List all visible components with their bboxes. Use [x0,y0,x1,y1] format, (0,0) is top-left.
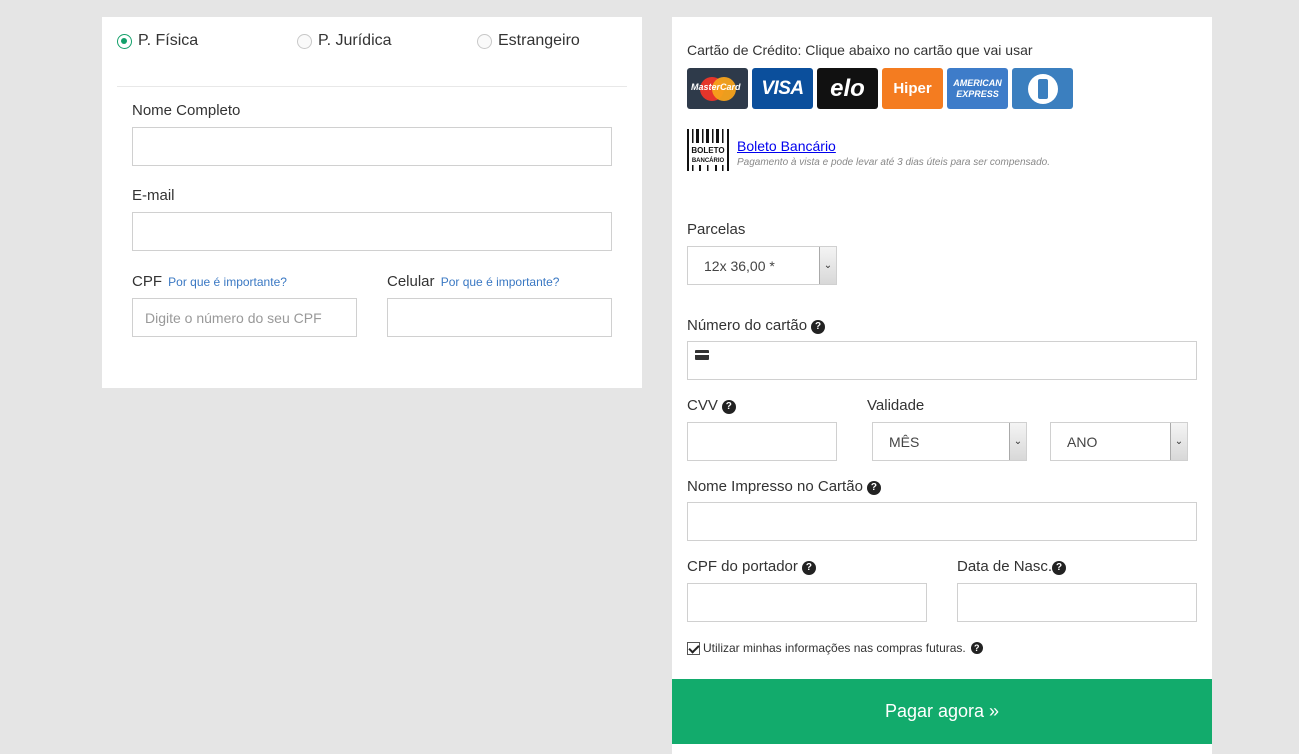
full-name-input[interactable] [132,127,612,166]
cpf-help-link[interactable]: Por que é importante? [168,275,287,289]
radio-label: P. Física [138,32,199,49]
credit-card-icon [695,350,709,360]
full-name-label: Nome Completo [132,102,241,119]
question-icon[interactable]: ? [1052,561,1067,575]
cpf-label-group: CPF Por que é importante? [132,273,287,290]
radio-checked-icon[interactable] [117,33,132,49]
installments-select[interactable]: 12x 36,00 * ⌄ [687,246,837,285]
question-icon[interactable]: ? [811,320,826,334]
radio-pessoa-juridica[interactable]: P. Jurídica [297,32,392,50]
birth-date-label: Data de Nasc. [957,558,1053,575]
radio-unchecked-icon[interactable] [477,33,492,49]
phone-label-group: Celular Por que é importante? [387,273,559,290]
diners-button[interactable] [1012,68,1073,109]
printed-name-label: Nome Impresso no Cartão [687,478,863,495]
customer-info-panel: P. Física P. Jurídica Estrangeiro Nome C… [102,17,642,388]
chevron-down-icon[interactable]: ⌄ [819,247,836,284]
card-number-label-group: Número do cartão? [687,317,826,334]
card-number-label: Número do cartão [687,317,808,334]
amex-button[interactable]: AMERICAN EXPRESS [947,68,1008,109]
year-select[interactable]: ANO ⌄ [1050,422,1188,461]
boleto-description: Pagamento à vista e pode levar até 3 dia… [737,157,1050,168]
hiper-button[interactable]: Hiper [882,68,943,109]
printed-name-input[interactable] [687,502,1197,541]
holder-cpf-label-group: CPF do portador? [687,558,816,575]
mastercard-label: MasterCard [691,82,741,92]
question-icon[interactable]: ? [801,561,816,575]
question-icon[interactable]: ? [866,481,881,495]
save-info-checkbox[interactable] [687,641,700,655]
chevron-down-icon[interactable]: ⌄ [1170,423,1187,460]
validity-label: Validade [867,397,925,414]
question-icon[interactable]: ? [721,400,736,414]
radio-label: Estrangeiro [498,32,580,49]
cvv-label-group: CVV? [687,397,736,414]
cpf-input[interactable]: Digite o número do seu CPF [132,298,357,337]
save-info-label: Utilizar minhas informações nas compras … [703,641,966,655]
cvv-label: CVV [687,397,718,414]
installments-label: Parcelas [687,221,746,238]
pay-now-label: Pagar agora » [884,701,1000,721]
credit-card-title: Cartão de Crédito: Clique abaixo no cart… [687,42,1033,58]
person-type-group: P. Física P. Jurídica Estrangeiro [117,32,627,72]
question-icon[interactable]: ? [970,642,983,654]
email-label: E-mail [132,187,175,204]
radio-pessoa-fisica[interactable]: P. Física [117,32,198,50]
birth-date-input[interactable] [957,583,1197,622]
phone-input[interactable] [387,298,612,337]
email-input[interactable] [132,212,612,251]
amex-label: AMERICAN EXPRESS [953,77,1002,99]
card-brand-list: MasterCard VISA elo Hiper AMERICAN EXPRE… [687,68,1073,109]
mastercard-button[interactable]: MasterCard [687,68,748,109]
elo-label: elo [830,74,865,102]
phone-help-link[interactable]: Por que é importante? [441,275,560,289]
hiper-label: Hiper [893,80,932,97]
svg-text:BANCÁRIO: BANCÁRIO [692,157,725,164]
radio-estrangeiro[interactable]: Estrangeiro [477,32,580,50]
chevron-down-icon[interactable]: ⌄ [1009,423,1026,460]
visa-button[interactable]: VISA [752,68,813,109]
card-number-input[interactable] [687,341,1197,380]
save-info-option[interactable]: Utilizar minhas informações nas compras … [687,641,983,655]
boleto-link[interactable]: Boleto Bancário [737,138,836,154]
month-value: MÊS [889,433,920,450]
elo-button[interactable]: elo [817,68,878,109]
pay-now-button[interactable]: Pagar agora » [672,679,1212,744]
month-select[interactable]: MÊS ⌄ [872,422,1027,461]
visa-label: VISA [761,77,804,99]
cpf-label: CPF [132,273,162,290]
radio-unchecked-icon[interactable] [297,33,312,49]
divider [117,86,627,87]
installments-value: 12x 36,00 * [704,257,775,274]
birth-date-label-group: Data de Nasc.? [957,558,1067,575]
cvv-input[interactable] [687,422,837,461]
diners-icon [1027,73,1058,104]
payment-panel: Cartão de Crédito: Clique abaixo no cart… [672,17,1212,754]
radio-label: P. Jurídica [318,32,392,49]
holder-cpf-label: CPF do portador [687,558,798,575]
holder-cpf-input[interactable] [687,583,927,622]
printed-name-label-group: Nome Impresso no Cartão? [687,478,881,495]
year-value: ANO [1067,433,1098,450]
svg-text:BOLETO: BOLETO [691,146,724,155]
phone-label: Celular [387,273,435,290]
barcode-icon[interactable]: BOLETO BANCÁRIO [687,129,732,171]
